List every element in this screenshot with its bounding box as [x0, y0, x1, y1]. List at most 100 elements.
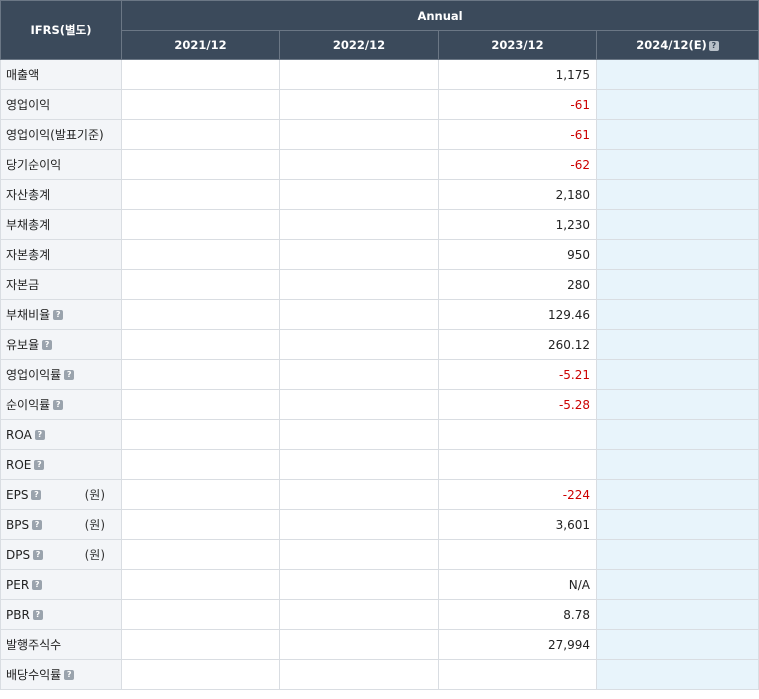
table-row: EPS? (원) -224: [0, 479, 759, 510]
help-icon[interactable]: ?: [64, 669, 75, 680]
value-cell: [279, 629, 439, 660]
estimate-cell: [595, 359, 759, 390]
row-label-cell: 영업이익률?: [0, 359, 122, 390]
row-label: BPS: [6, 517, 30, 532]
help-icon[interactable]: ?: [64, 369, 75, 380]
row-label: 순이익률: [6, 398, 51, 412]
value-cell: 27,994: [438, 629, 597, 660]
row-label: 당기순이익: [6, 158, 62, 172]
value-cell: [121, 569, 280, 600]
row-label-cell: EPS? (원): [0, 479, 122, 510]
table-row: 자산총계 2,180: [0, 179, 759, 210]
help-icon[interactable]: ?: [708, 40, 719, 51]
period-label: 2024/12(E): [636, 38, 707, 52]
value-cell: [121, 209, 280, 240]
row-label-cell: 자산총계: [0, 179, 122, 210]
value-cell: [121, 539, 280, 570]
row-label-cell: 부채총계: [0, 209, 122, 240]
table-row: 영업이익률? -5.21: [0, 359, 759, 390]
help-icon[interactable]: ?: [34, 459, 45, 470]
table-row: 순이익률? -5.28: [0, 389, 759, 420]
value-cell: [279, 269, 439, 300]
help-icon[interactable]: ?: [53, 309, 64, 320]
value-cell: 280: [438, 269, 597, 300]
help-icon[interactable]: ?: [31, 489, 42, 500]
row-label-cell: 유보율?: [0, 329, 122, 360]
value-cell: [279, 659, 439, 690]
value-cell: 3,601: [438, 509, 597, 540]
estimate-cell: [595, 149, 759, 180]
estimate-cell: [595, 599, 759, 630]
value-cell: [279, 119, 439, 150]
help-icon[interactable]: ?: [34, 429, 45, 440]
estimate-cell: [595, 389, 759, 420]
row-label-cell: 당기순이익: [0, 149, 122, 180]
help-icon[interactable]: ?: [32, 609, 43, 620]
value-cell: -5.21: [438, 359, 597, 390]
help-icon[interactable]: ?: [32, 579, 43, 590]
estimate-cell: [595, 239, 759, 270]
value-cell: [121, 629, 280, 660]
table-row: PBR? 8.78: [0, 599, 759, 630]
table-row: 발행주식수 27,994: [0, 629, 759, 660]
value-cell: [279, 329, 439, 360]
value-cell: [279, 599, 439, 630]
estimate-cell: [595, 629, 759, 660]
value-cell: [279, 179, 439, 210]
estimate-cell: [595, 269, 759, 300]
unit-label: (원): [84, 518, 105, 532]
estimate-cell: [595, 89, 759, 120]
value-cell: -5.28: [438, 389, 597, 420]
value-cell: [121, 389, 280, 420]
table-row: 부채비율? 129.46: [0, 299, 759, 330]
table-row: 자본총계 950: [0, 239, 759, 270]
estimate-cell: [595, 209, 759, 240]
help-icon[interactable]: ?: [53, 399, 64, 410]
row-label: PBR: [6, 607, 30, 622]
value-cell: [121, 449, 280, 480]
row-label-cell: 순이익률?: [0, 389, 122, 420]
estimate-cell: [595, 119, 759, 150]
value-cell: [279, 569, 439, 600]
value-cell: [438, 539, 597, 570]
table-row: PER? N/A: [0, 569, 759, 600]
row-label-cell: PBR?: [0, 599, 122, 630]
estimate-cell: [595, 479, 759, 510]
value-cell: [121, 329, 280, 360]
row-label-cell: 자본금: [0, 269, 122, 300]
value-cell: -61: [438, 119, 597, 150]
value-cell: [279, 539, 439, 570]
value-cell: 1,175: [438, 59, 597, 90]
row-label: PER: [6, 577, 30, 592]
table-row: DPS? (원): [0, 539, 759, 570]
help-icon[interactable]: ?: [32, 519, 43, 530]
estimate-cell: [595, 449, 759, 480]
value-cell: -224: [438, 479, 597, 510]
help-icon[interactable]: ?: [42, 339, 53, 350]
value-cell: 2,180: [438, 179, 597, 210]
value-cell: [279, 299, 439, 330]
value-cell: [121, 269, 280, 300]
row-label-cell: ROE?: [0, 449, 122, 480]
table-row: 매출액 1,175: [0, 59, 759, 90]
value-cell: 129.46: [438, 299, 597, 330]
estimate-cell: [595, 329, 759, 360]
help-icon[interactable]: ?: [33, 549, 44, 560]
row-label: DPS: [6, 547, 31, 562]
value-cell: -62: [438, 149, 597, 180]
table-row: BPS? (원) 3,601: [0, 509, 759, 540]
value-cell: [279, 59, 439, 90]
row-label: 영업이익: [6, 98, 51, 112]
row-label: 자본총계: [6, 248, 51, 262]
table-row: 당기순이익 -62: [0, 149, 759, 180]
period-header-estimate: 2024/12(E)?: [595, 30, 759, 60]
value-cell: [121, 479, 280, 510]
value-cell: [279, 509, 439, 540]
value-cell: -61: [438, 89, 597, 120]
row-label: 유보율: [6, 338, 40, 352]
estimate-cell: [595, 419, 759, 450]
value-cell: [121, 59, 280, 90]
annual-group-header: Annual: [120, 0, 759, 31]
row-label: 발행주식수: [6, 638, 62, 652]
row-label-cell: DPS? (원): [0, 539, 122, 570]
